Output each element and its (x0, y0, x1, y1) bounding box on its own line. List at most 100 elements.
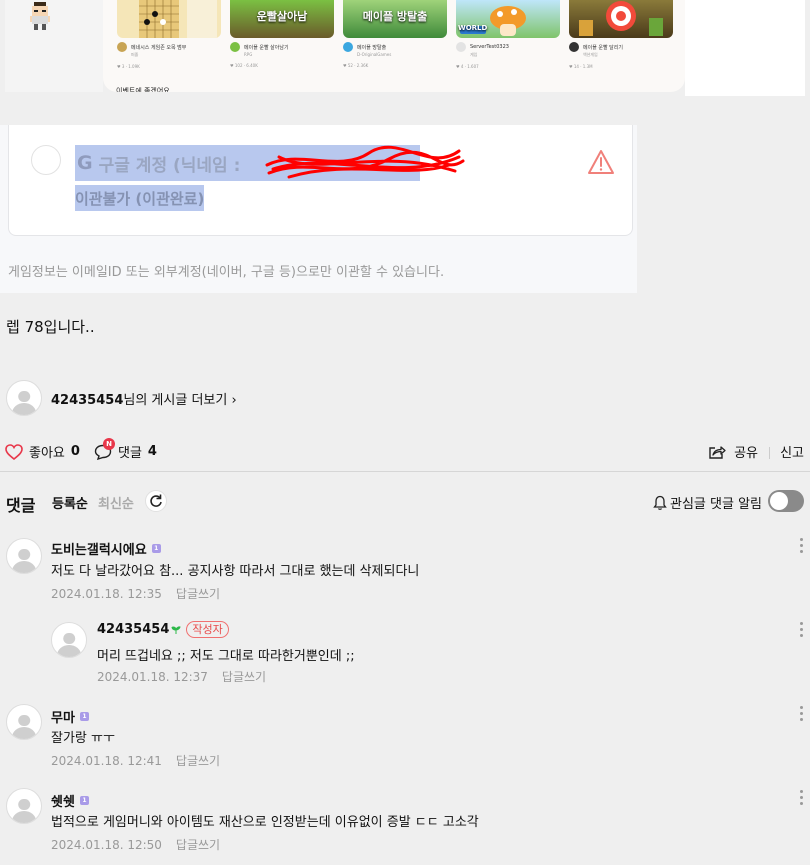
account-option-card[interactable]: G 구글 계정 (닉네임 : 이관불가 (이관완료) (8, 125, 633, 236)
game-genre: D-OriginalGames (357, 52, 392, 57)
google-logo-icon: G (77, 152, 93, 174)
game-card-4[interactable]: WORLD ServerTest0323 게임 ♥ 4 · 1.607 (456, 0, 560, 72)
game-title: 메이플 운빨 살아남기 (244, 44, 289, 51)
commenter-avatar[interactable] (51, 622, 87, 658)
like-count: 0 (70, 444, 80, 459)
game-title: 메이플 운빨 달리기 (583, 44, 623, 51)
author-badge: 작성자 (186, 621, 229, 638)
game-title: 메이플 방탈출 (357, 44, 387, 51)
post-body-text: 렙 78입니다.. (6, 318, 95, 336)
game-card-3[interactable]: 메이플 방탈출 메이플 방탈출 D-OriginalGames ♥ 52 · 2… (343, 0, 447, 72)
author-avatar[interactable] (6, 380, 42, 416)
more-posts-label: 님의 게시글 더보기 › (123, 392, 237, 408)
target-thumbnail-icon (579, 1, 663, 36)
game-card-2[interactable]: 운빨살아남 메이플 운빨 살아남기 RPG ♥ 102 · 6.40K (230, 0, 334, 72)
sort-newest-tab[interactable]: 최신순 (98, 493, 134, 512)
cut-off-text: 이벤트에 좋겠어요 (116, 87, 170, 92)
commenter-avatar[interactable] (6, 538, 42, 574)
author-more-posts-link[interactable]: 42435454님의 게시글 더보기 › (6, 380, 237, 416)
game-genre: RPG (244, 52, 253, 57)
more-options-icon[interactable] (800, 790, 804, 806)
more-options-icon[interactable] (800, 622, 804, 638)
game-icon (456, 42, 466, 52)
game-icon (117, 42, 127, 52)
report-button[interactable]: 신고 (780, 442, 804, 461)
reply-button[interactable]: 답글쓰기 (176, 587, 220, 601)
reply-button[interactable]: 답글쓰기 (176, 754, 220, 768)
comments-header: 댓글 등록순 최신순 관심글 댓글 알림 (0, 487, 810, 517)
commenter-name[interactable]: 무마 (51, 707, 75, 726)
game-stats: ♥ 4 · 1.607 (456, 64, 479, 69)
account-radio[interactable] (31, 145, 61, 175)
comment-text: 잘가랑 ㅠㅜ (51, 731, 115, 746)
comment-item: 도비는갤럭시에요 1 저도 다 날라갔어요 참... 공지사항 따라서 그대로 … (0, 536, 810, 602)
game-title: 메네시스 게임존 오목 범부 (131, 44, 187, 51)
game-stats: ♥ 102 · 6.40K (230, 63, 258, 68)
strip-left-area (5, 0, 103, 92)
game-list-panel: 메네시스 게임존 오목 범부 퍼즐 ♥ 3 · 1.09K 운빨살아남 메이플 … (103, 0, 685, 92)
bell-icon (653, 495, 667, 510)
game-genre: 퍼즐 (131, 52, 139, 57)
share-icon (709, 445, 726, 459)
reply-button[interactable]: 답글쓰기 (222, 670, 266, 684)
game-thumbnail (117, 0, 221, 38)
level-badge: 1 (151, 544, 161, 553)
game-genre: 게임 (470, 52, 478, 57)
more-options-icon[interactable] (800, 706, 804, 722)
game-card-1[interactable]: 메네시스 게임존 오목 범부 퍼즐 ♥ 3 · 1.09K (117, 0, 221, 72)
share-label: 공유 (734, 446, 758, 461)
level-badge: 1 (79, 796, 89, 805)
comment-item: 무마 1 잘가랑 ㅠㅜ 2024.01.18. 12:41 답글쓰기 (0, 704, 810, 770)
commenter-name[interactable]: 쉣쉣 (51, 791, 75, 810)
comment-item: 쉣쉣 1 법적으로 게임머니와 아이템도 재산으로 인정받는데 이유없이 증발 … (0, 788, 810, 854)
warning-icon (588, 150, 614, 174)
game-title: ServerTest0323 (470, 44, 509, 50)
more-options-icon[interactable] (800, 538, 804, 554)
comment-notify-label: 관심글 댓글 알림 (653, 493, 762, 512)
strip-right-area (685, 0, 805, 96)
commenter-name[interactable]: 도비는갤럭시에요 (51, 539, 147, 558)
game-genre: 액션게임 (583, 52, 598, 57)
account-status-label: 이관불가 (이관완료) (75, 185, 205, 211)
sort-oldest-tab[interactable]: 등록순 (52, 493, 88, 512)
post-action-bar: 좋아요 0 N 댓글 4 공유 신고 (0, 436, 810, 472)
comment-date: 2024.01.18. 12:50 (51, 838, 162, 852)
level-badge: 1 (79, 712, 89, 721)
game-icon (343, 42, 353, 52)
comment-date: 2024.01.18. 12:41 (51, 754, 162, 768)
game-stats: ♥ 14 · 1.3M (569, 64, 593, 69)
comment-count-button[interactable]: N 댓글 4 (94, 437, 157, 461)
comment-text: 저도 다 날라갔어요 참... 공지사항 따라서 그대로 했는데 삭제되다니 (51, 564, 420, 579)
account-info-section: G 구글 계정 (닉네임 : 이관불가 (이관완료) 게임정보는 이메일ID 또… (0, 125, 637, 293)
divider (769, 447, 770, 459)
game-thumbnail (569, 0, 673, 38)
refresh-button[interactable] (145, 490, 167, 512)
commenter-avatar[interactable] (6, 788, 42, 824)
reply-button[interactable]: 답글쓰기 (176, 838, 220, 852)
comment-text: 법적으로 게임머니와 아이템도 재산으로 인정받는데 이유없이 증발 ㄷㄷ 고소… (51, 815, 479, 830)
character-avatar-icon (30, 2, 50, 30)
game-thumbnail: WORLD (456, 0, 560, 38)
heart-icon (5, 443, 23, 460)
game-thumbnail: 운빨살아남 (230, 0, 334, 38)
comments-title: 댓글 (6, 496, 36, 515)
refresh-icon (150, 494, 162, 507)
game-icon (230, 42, 240, 52)
redaction-scribble (265, 145, 465, 179)
comment-count: 4 (147, 444, 157, 459)
game-stats: ♥ 3 · 1.09K (117, 64, 140, 69)
commenter-avatar[interactable] (6, 704, 42, 740)
commenter-name[interactable]: 42435454 (97, 622, 169, 637)
share-button[interactable]: 공유 (708, 442, 758, 461)
reply-item: 42435454 작성자 머리 뜨겁네요 ;; 저도 그대로 따라한거뿐인데 ;… (0, 620, 810, 686)
account-nickname-text: 구글 계정 (닉네임 : (98, 155, 241, 176)
like-button[interactable]: 좋아요 0 (5, 442, 80, 461)
account-transfer-note: 게임정보는 이메일ID 또는 외부계정(네이버, 구글 등)으로만 이관할 수 … (8, 265, 445, 280)
comment-text: 머리 뜨겁네요 ;; 저도 그대로 따라한거뿐인데 ;; (97, 649, 355, 664)
comment-notify-toggle[interactable] (768, 490, 804, 512)
like-label: 좋아요 (29, 446, 65, 461)
author-id: 42435454 (51, 392, 124, 408)
game-stats: ♥ 52 · 2.36K (343, 63, 369, 68)
board-thumbnail-icon (139, 0, 217, 38)
game-card-5[interactable]: 메이플 운빨 달리기 액션게임 ♥ 14 · 1.3M (569, 0, 673, 72)
